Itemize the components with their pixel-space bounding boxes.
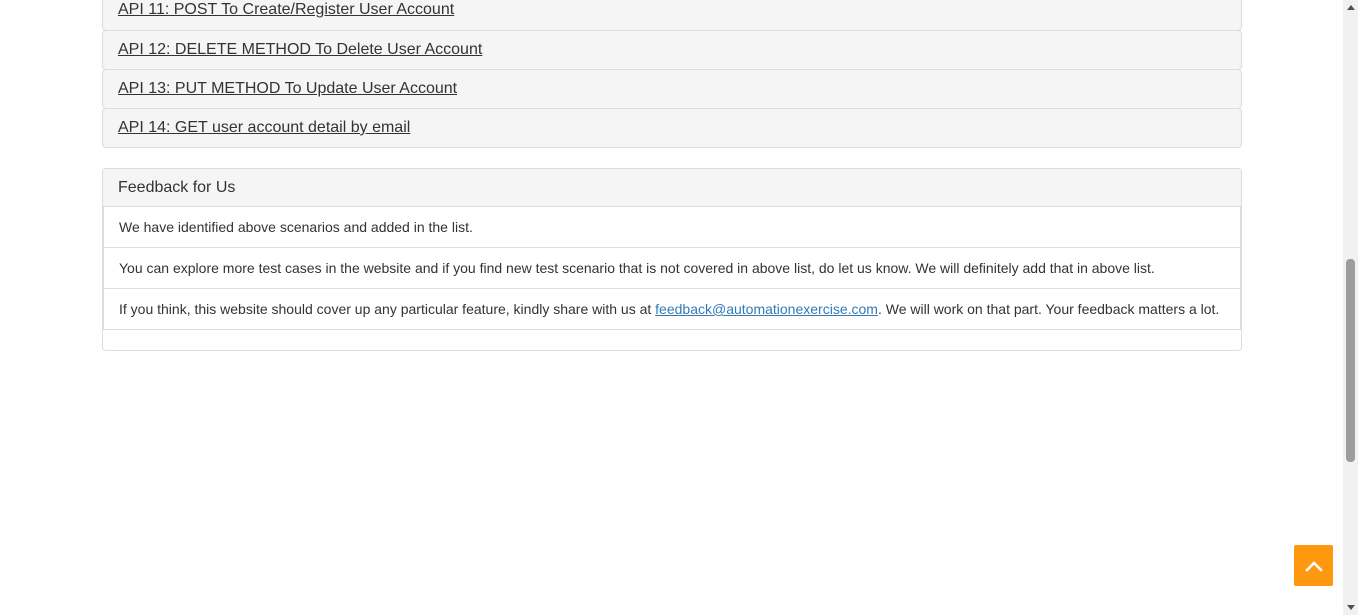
- feedback-list: We have identified above scenarios and a…: [103, 207, 1241, 330]
- feedback-panel: Feedback for Us We have identified above…: [102, 168, 1242, 351]
- scroll-to-top-button[interactable]: [1294, 545, 1333, 586]
- feedback-line-3-prefix: If you think, this website should cover …: [119, 301, 656, 317]
- feedback-line-2: You can explore more test cases in the w…: [103, 248, 1241, 289]
- main-content: API 11: POST To Create/Register User Acc…: [102, 0, 1242, 351]
- feedback-line-1: We have identified above scenarios and a…: [103, 207, 1241, 248]
- api-link-11[interactable]: API 11: POST To Create/Register User Acc…: [118, 1, 454, 19]
- api-list: API 11: POST To Create/Register User Acc…: [102, 0, 1242, 148]
- scrollbar-down-arrow-icon[interactable]: [1343, 600, 1358, 615]
- api-item-13[interactable]: API 13: PUT METHOD To Update User Accoun…: [102, 69, 1242, 109]
- api-item-14[interactable]: API 14: GET user account detail by email: [102, 108, 1242, 148]
- api-link-12[interactable]: API 12: DELETE METHOD To Delete User Acc…: [118, 41, 482, 59]
- api-link-13[interactable]: API 13: PUT METHOD To Update User Accoun…: [118, 80, 457, 98]
- page: API 11: POST To Create/Register User Acc…: [0, 0, 1358, 615]
- scrollbar-thumb[interactable]: [1346, 259, 1355, 462]
- api-link-14[interactable]: API 14: GET user account detail by email: [118, 119, 410, 137]
- feedback-heading: Feedback for Us: [103, 169, 1241, 207]
- chevron-up-icon: [1304, 560, 1323, 572]
- feedback-email-link[interactable]: feedback@automationexercise.com: [655, 301, 878, 317]
- feedback-line-3: If you think, this website should cover …: [103, 289, 1241, 330]
- api-item-12[interactable]: API 12: DELETE METHOD To Delete User Acc…: [102, 30, 1242, 70]
- vertical-scrollbar[interactable]: [1343, 0, 1358, 615]
- api-item-11[interactable]: API 11: POST To Create/Register User Acc…: [102, 0, 1242, 31]
- feedback-line-3-suffix: . We will work on that part. Your feedba…: [877, 301, 1220, 317]
- scrollbar-up-arrow-icon[interactable]: [1343, 0, 1358, 15]
